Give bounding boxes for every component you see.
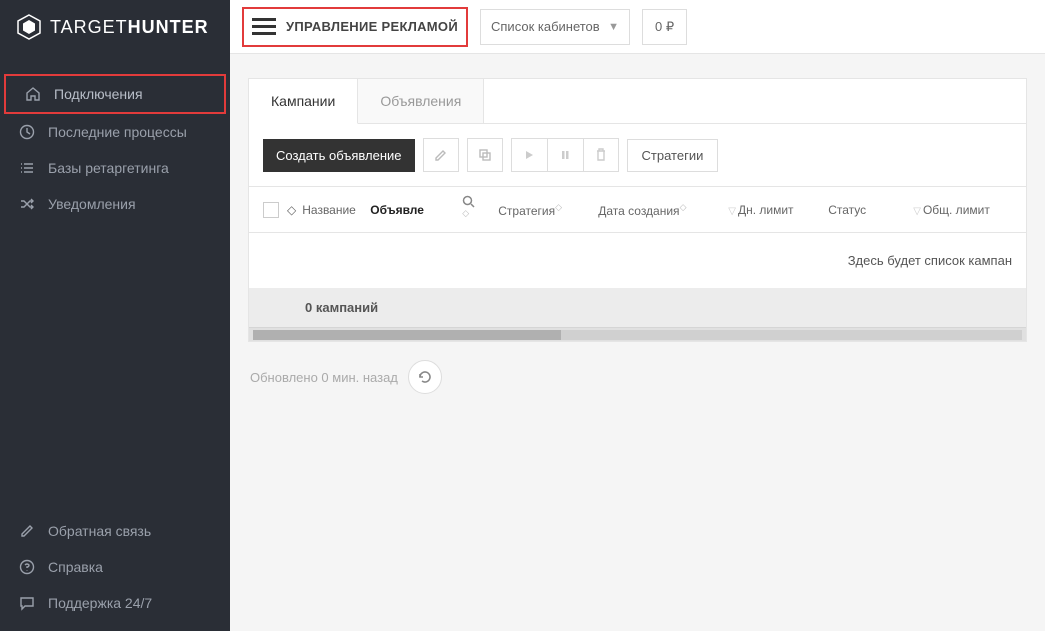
dropdown-label: Список кабинетов (491, 19, 600, 34)
filter-icon[interactable]: ▽ (728, 206, 736, 217)
strategies-button[interactable]: Стратегии (627, 139, 719, 172)
brand-bold: HUNTER (128, 17, 209, 38)
sidebar-item-retargeting[interactable]: Базы ретаргетинга (0, 150, 230, 186)
logo-icon (16, 14, 42, 40)
sidebar-item-label: Последние процессы (48, 124, 187, 140)
col-daylimit[interactable]: ▽Дн. лимит (722, 203, 822, 217)
tab-campaigns[interactable]: Кампании (249, 79, 358, 124)
col-strategy[interactable]: Стратегия◇ (492, 202, 592, 218)
sidebar-item-label: Базы ретаргетинга (48, 160, 169, 176)
play-button[interactable] (511, 138, 547, 172)
caret-down-icon: ▼ (608, 21, 619, 33)
sort-icon[interactable]: ◇ (287, 203, 296, 217)
sidebar-item-label: Поддержка 24/7 (48, 595, 152, 611)
create-ad-button[interactable]: Создать объявление (263, 139, 415, 172)
select-all-checkbox[interactable] (263, 202, 279, 218)
col-name[interactable]: Название (296, 203, 364, 217)
sidebar-item-label: Уведомления (48, 196, 136, 212)
refresh-button[interactable] (408, 360, 442, 394)
sidebar-item-label: Обратная связь (48, 523, 151, 539)
horizontal-scrollbar[interactable] (249, 327, 1026, 341)
balance-value: 0 ₽ (655, 19, 674, 35)
balance-display[interactable]: 0 ₽ (642, 9, 687, 45)
sidebar-item-recent[interactable]: Последние процессы (0, 114, 230, 150)
sidebar-item-support[interactable]: Поддержка 24/7 (0, 585, 230, 621)
shuffle-icon (18, 196, 36, 212)
updated-text: Обновлено 0 мин. назад (250, 370, 398, 385)
col-totlimit[interactable]: ▽Общ. лимит (907, 203, 1007, 217)
accounts-dropdown[interactable]: Список кабинетов ▼ (480, 9, 630, 45)
question-icon (18, 559, 36, 575)
page-title: УПРАВЛЕНИЕ РЕКЛАМОЙ (286, 19, 458, 34)
edit-icon (18, 523, 36, 539)
table-summary: 0 кампаний (249, 288, 1026, 327)
col-ad[interactable]: Объявле (364, 203, 456, 217)
home-icon (24, 86, 42, 102)
page-heading-box: УПРАВЛЕНИЕ РЕКЛАМОЙ (242, 7, 468, 47)
filter-icon[interactable]: ▽ (913, 206, 921, 217)
brand-thin: TARGET (50, 17, 128, 38)
list-icon (18, 160, 36, 176)
hamburger-icon[interactable] (252, 18, 276, 35)
tab-ads[interactable]: Объявления (358, 79, 484, 123)
sidebar-item-notifications[interactable]: Уведомления (0, 186, 230, 222)
clock-icon (18, 124, 36, 140)
sidebar-item-feedback[interactable]: Обратная связь (0, 513, 230, 549)
col-created[interactable]: Дата создания◇ (592, 202, 722, 218)
pause-button[interactable] (547, 138, 583, 172)
delete-button[interactable] (583, 138, 619, 172)
col-search-icon[interactable]: ◇ (456, 195, 492, 224)
edit-button[interactable] (423, 138, 459, 172)
copy-button[interactable] (467, 138, 503, 172)
sidebar-item-connections[interactable]: Подключения (4, 74, 226, 114)
sidebar-item-help[interactable]: Справка (0, 549, 230, 585)
brand-logo: TARGETHUNTER (0, 0, 230, 54)
sidebar-item-label: Справка (48, 559, 103, 575)
col-status[interactable]: Статус (822, 203, 907, 217)
chat-icon (18, 595, 36, 611)
empty-state-text: Здесь будет список кампан (249, 233, 1026, 288)
sidebar-item-label: Подключения (54, 86, 143, 102)
